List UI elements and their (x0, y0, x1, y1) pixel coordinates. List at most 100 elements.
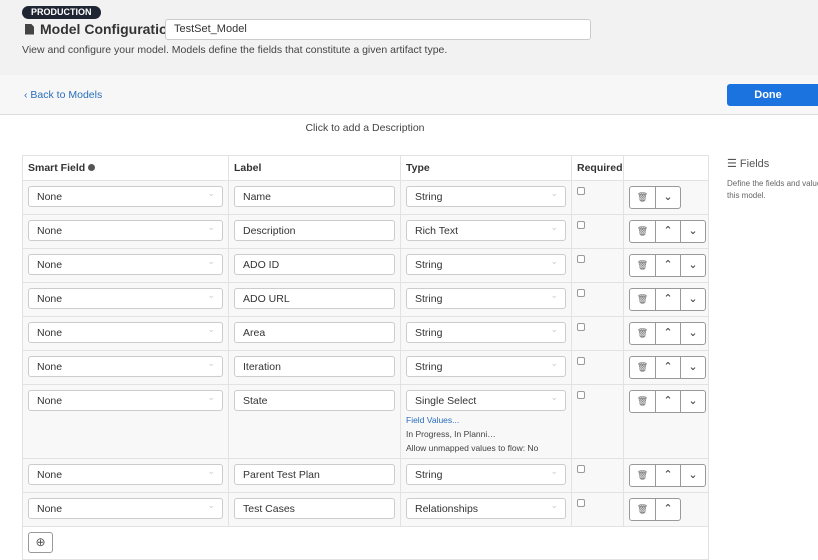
label-cell: ADO URL (228, 282, 401, 317)
description-editor[interactable]: Click to add a Description (0, 122, 730, 134)
add-field-button[interactable]: ⊕ (28, 532, 53, 553)
label-input[interactable]: State (234, 390, 395, 411)
row-actions: 🗑 ⌃ ⌄ (629, 288, 706, 311)
move-up-button[interactable]: ⌃ (655, 499, 680, 520)
smart-field-cell: None (22, 214, 229, 249)
smart-field-select[interactable]: None (28, 220, 223, 241)
required-cell (571, 458, 624, 493)
field-values-link[interactable]: Field Values... (406, 415, 566, 425)
label-input[interactable]: Test Cases (234, 498, 395, 519)
type-cell: String (400, 458, 572, 493)
type-select[interactable]: String (406, 464, 566, 485)
type-select[interactable]: Relationships (406, 498, 566, 519)
model-name-input[interactable]: TestSet_Model (165, 19, 591, 40)
document-icon (25, 23, 34, 35)
smart-field-cell: None (22, 282, 229, 317)
label-cell: Name (228, 180, 401, 215)
label-cell: Parent Test Plan (228, 458, 401, 493)
table-row: None ADO ID String 🗑⌃⌄ (22, 248, 709, 283)
smart-field-select[interactable]: None (28, 186, 223, 207)
move-down-button[interactable]: ⌄ (655, 187, 680, 208)
required-checkbox[interactable] (577, 357, 585, 365)
label-input[interactable]: Name (234, 186, 395, 207)
type-select[interactable]: Single Select (406, 390, 566, 411)
header-required: Required (571, 155, 624, 181)
delete-button[interactable]: 🗑 (630, 357, 655, 378)
type-select[interactable]: String (406, 186, 566, 207)
row-actions: 🗑 ⌃ ⌄ (629, 254, 706, 277)
type-cell: String (400, 350, 572, 385)
move-up-button[interactable]: ⌃ (655, 289, 680, 310)
required-checkbox[interactable] (577, 289, 585, 297)
required-checkbox[interactable] (577, 465, 585, 473)
move-up-button[interactable]: ⌃ (655, 391, 680, 412)
move-up-button[interactable]: ⌃ (655, 255, 680, 276)
delete-button[interactable]: 🗑 (630, 499, 655, 520)
label-cell: Description (228, 214, 401, 249)
info-icon[interactable] (88, 164, 96, 171)
move-down-button[interactable]: ⌄ (680, 221, 705, 242)
delete-button[interactable]: 🗑 (630, 465, 655, 486)
table-row: None Name String 🗑⌄ (22, 180, 709, 215)
required-cell (571, 282, 624, 317)
type-cell: Rich Text (400, 214, 572, 249)
row-actions: 🗑 ⌃ ⌄ (629, 464, 706, 487)
smart-field-select[interactable]: None (28, 356, 223, 377)
label-input[interactable]: Iteration (234, 356, 395, 377)
delete-button[interactable]: 🗑 (630, 391, 655, 412)
required-checkbox[interactable] (577, 221, 585, 229)
type-select[interactable]: String (406, 254, 566, 275)
required-checkbox[interactable] (577, 187, 585, 195)
delete-button[interactable]: 🗑 (630, 187, 655, 208)
table-row: None Iteration String 🗑⌃⌄ (22, 350, 709, 385)
smart-field-select[interactable]: None (28, 254, 223, 275)
label-input[interactable]: Description (234, 220, 395, 241)
move-down-button[interactable]: ⌄ (680, 323, 705, 344)
smart-field-select[interactable]: None (28, 288, 223, 309)
required-checkbox[interactable] (577, 499, 585, 507)
smart-field-select[interactable]: None (28, 464, 223, 485)
header-smart-field-text: Smart Field (28, 162, 86, 174)
type-select[interactable]: Rich Text (406, 220, 566, 241)
label-input[interactable]: ADO ID (234, 254, 395, 275)
actions-cell: 🗑 ⌃ ⌄ (623, 458, 709, 493)
smart-field-cell: None (22, 492, 229, 527)
type-select[interactable]: String (406, 322, 566, 343)
label-input[interactable]: Area (234, 322, 395, 343)
back-to-models-link[interactable]: ‹ Back to Models (24, 89, 102, 101)
move-down-button[interactable]: ⌄ (680, 255, 705, 276)
move-up-button[interactable]: ⌃ (655, 221, 680, 242)
actions-cell: 🗑 ⌃ ⌄ (623, 214, 709, 249)
move-down-button[interactable]: ⌄ (680, 289, 705, 310)
move-down-button[interactable]: ⌄ (680, 391, 705, 412)
move-down-button[interactable]: ⌄ (680, 465, 705, 486)
move-up-button[interactable]: ⌃ (655, 323, 680, 344)
required-checkbox[interactable] (577, 255, 585, 263)
smart-field-select[interactable]: None (28, 390, 223, 411)
delete-button[interactable]: 🗑 (630, 255, 655, 276)
header-type: Type (400, 155, 572, 181)
delete-button[interactable]: 🗑 (630, 221, 655, 242)
type-select[interactable]: String (406, 288, 566, 309)
smart-field-select[interactable]: None (28, 498, 223, 519)
done-button[interactable]: Done (727, 84, 818, 106)
move-down-button[interactable]: ⌄ (680, 357, 705, 378)
move-up-button[interactable]: ⌃ (655, 357, 680, 378)
delete-button[interactable]: 🗑 (630, 323, 655, 344)
type-select[interactable]: String (406, 356, 566, 377)
delete-button[interactable]: 🗑 (630, 289, 655, 310)
smart-field-select[interactable]: None (28, 322, 223, 343)
move-up-button[interactable]: ⌃ (655, 465, 680, 486)
required-checkbox[interactable] (577, 323, 585, 331)
smart-field-cell: None (22, 384, 229, 459)
label-cell: Area (228, 316, 401, 351)
field-values-summary: In Progress, In Planni… (406, 429, 496, 439)
required-checkbox[interactable] (577, 391, 585, 399)
fields-icon: ☰ (727, 158, 740, 170)
label-input[interactable]: Parent Test Plan (234, 464, 395, 485)
table-row: None Area String 🗑⌃⌄ (22, 316, 709, 351)
table-row: None State Single Select Field Values... In … (22, 384, 709, 459)
row-actions: 🗑 ⌃ ⌄ (629, 220, 706, 243)
required-cell (571, 350, 624, 385)
label-input[interactable]: ADO URL (234, 288, 395, 309)
